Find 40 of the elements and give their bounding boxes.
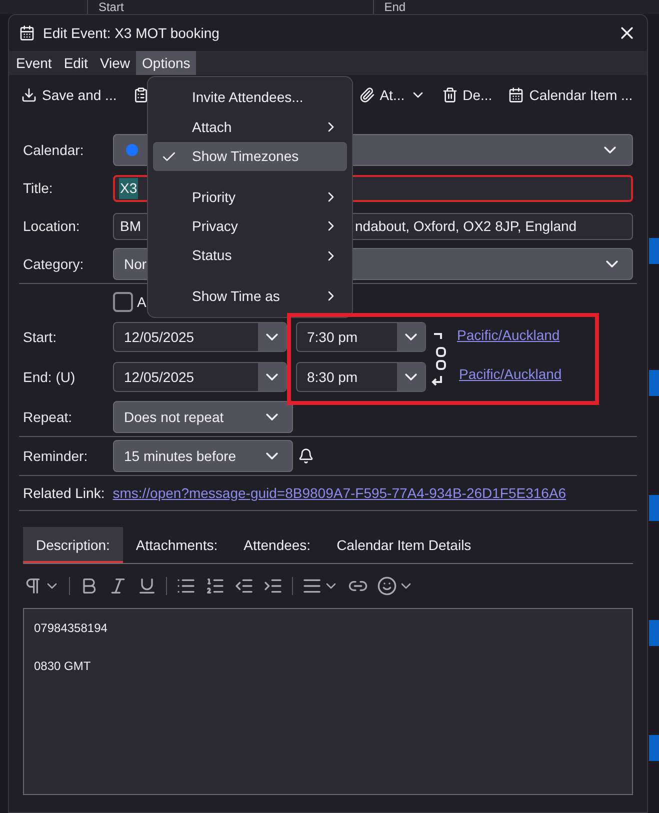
toolbar-button[interactable]: Save and ...: [19, 84, 119, 106]
menu-option[interactable]: Privacy: [153, 212, 347, 242]
menu-option[interactable]: Show Timezones: [153, 142, 347, 172]
reminder-select[interactable]: 15 minutes before: [113, 440, 293, 472]
timezone-link[interactable]: Pacific/Auckland: [457, 325, 562, 346]
field-label: Start:: [23, 328, 58, 346]
menu-item[interactable]: Options: [136, 51, 196, 75]
field-label: Title:: [23, 178, 54, 198]
timezone-link[interactable]: Pacific/Auckland: [459, 364, 562, 385]
field-label: Location:: [23, 216, 81, 236]
field-label: End: (U): [23, 368, 76, 387]
related-link[interactable]: sms://open?message-guid=8B9809A7-F595-77A4-934B-26D1F5E316A6: [112, 482, 566, 504]
menu-item[interactable]: View: [94, 51, 136, 75]
description-editor[interactable]: 07984358194 0830 GMT: [23, 608, 633, 795]
date-picker[interactable]: 12/05/2025: [113, 322, 287, 352]
tab[interactable]: Attendees:: [230, 527, 324, 563]
field-label: Related Link:: [23, 484, 105, 502]
toolbar-button[interactable]: At...: [356, 84, 428, 106]
tab[interactable]: Attachments:: [122, 527, 231, 563]
menu-item[interactable]: Event: [10, 51, 58, 75]
repeat-select[interactable]: Does not repeat: [113, 401, 293, 433]
field-label: Category:: [23, 254, 85, 274]
checkbox-label: A: [137, 292, 146, 312]
toolbar-button[interactable]: De...: [440, 84, 494, 106]
field-label: Repeat:: [23, 408, 74, 427]
menu-option[interactable]: Attach: [153, 112, 347, 142]
menu-item[interactable]: Edit: [58, 51, 94, 75]
time-picker[interactable]: 8:30 pm: [296, 362, 426, 392]
field-label: Reminder:: [23, 446, 89, 466]
menu-option[interactable]: Invite Attendees...: [153, 83, 347, 112]
time-picker[interactable]: 7:30 pm: [296, 322, 426, 352]
date-picker[interactable]: 12/05/2025: [113, 362, 287, 392]
window-title: Edit Event: X3 MOT booking: [43, 24, 220, 43]
menu-option[interactable]: Show Time as: [153, 282, 347, 312]
tab[interactable]: Description:: [23, 527, 123, 563]
description-line: 0830 GMT: [34, 658, 92, 675]
description-line: 07984358194: [34, 620, 108, 637]
toolbar-button[interactable]: Calendar Item ...: [506, 84, 635, 106]
field-label: Calendar:: [23, 140, 85, 160]
tab[interactable]: Calendar Item Details: [324, 527, 484, 563]
